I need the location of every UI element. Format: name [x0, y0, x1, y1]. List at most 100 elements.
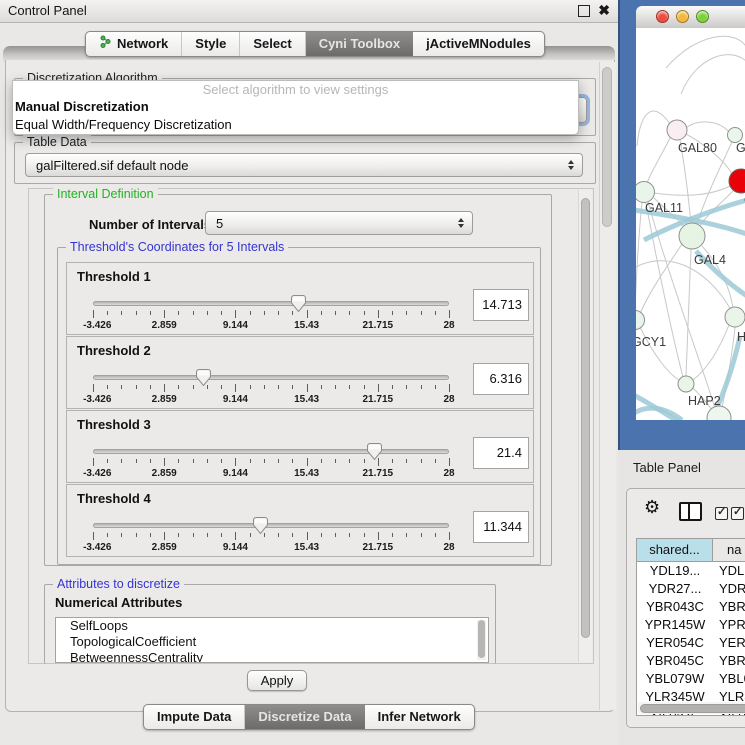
- slider-tick: [193, 311, 194, 315]
- threshold-slider[interactable]: -3.4262.8599.14415.4321.71528: [93, 443, 449, 481]
- minimize-light-icon[interactable]: [676, 10, 689, 23]
- slider-track[interactable]: [93, 301, 449, 306]
- popup-option-equal-width-frequency-discretization[interactable]: Equal Width/Frequency Discretization: [13, 116, 578, 134]
- slider-tick: [364, 533, 365, 537]
- threshold-value-field[interactable]: 14.713: [473, 289, 529, 321]
- table-row[interactable]: YBR045CYBR0: [637, 652, 745, 670]
- slider-thumb[interactable]: [196, 369, 211, 386]
- threshold-slider[interactable]: -3.4262.8599.14415.4321.71528: [93, 295, 449, 333]
- popup-option-manual-discretization[interactable]: Manual Discretization: [13, 98, 578, 116]
- slider-track[interactable]: [93, 523, 449, 528]
- slider-thumb[interactable]: [291, 295, 306, 312]
- slider-tick: [193, 459, 194, 463]
- slider-tick: [264, 459, 265, 463]
- tab-select[interactable]: Select: [239, 32, 304, 56]
- checkbox-icon[interactable]: [731, 507, 744, 520]
- table-cell: YBR043C: [637, 598, 713, 616]
- table-row[interactable]: YPR145WYPR1: [637, 616, 745, 634]
- tab-infer-network[interactable]: Infer Network: [365, 705, 474, 729]
- slider-tick-label: 15.43: [294, 394, 319, 405]
- tab-style[interactable]: Style: [181, 32, 239, 56]
- tab-discretize-data[interactable]: Discretize Data: [244, 705, 364, 729]
- network-node-hap2[interactable]: [678, 376, 694, 392]
- table-cell: YBR0: [713, 652, 745, 670]
- threshold-label: Threshold 3: [77, 417, 151, 432]
- tab-impute-data[interactable]: Impute Data: [144, 705, 244, 729]
- table-row[interactable]: YDR27...YDR2: [637, 580, 745, 598]
- column-header-na[interactable]: na: [713, 539, 745, 562]
- slider-thumb[interactable]: [367, 443, 382, 460]
- scrollbar-thumb[interactable]: [478, 620, 485, 658]
- table-cell: YBR0: [713, 598, 745, 616]
- apply-button[interactable]: Apply: [247, 670, 307, 691]
- table-data-combo[interactable]: galFiltered.sif default node: [25, 153, 583, 177]
- network-node-gal11[interactable]: [636, 182, 655, 203]
- settings-scrollbar[interactable]: [578, 190, 592, 662]
- thresholds-group: Threshold's Coordinates for 5 Intervals …: [57, 247, 541, 565]
- table-header-row: shared...na: [637, 539, 745, 562]
- slider-track[interactable]: [93, 449, 449, 454]
- network-node-gal80[interactable]: [667, 120, 687, 140]
- slider-tick-label: 9.144: [223, 542, 248, 553]
- threshold-value-field[interactable]: 21.4: [473, 437, 529, 469]
- slider-tick: [221, 459, 222, 463]
- slider-tick-label: 28: [443, 394, 454, 405]
- table-panel-header: Table Panel: [618, 450, 745, 482]
- slider-tick: [164, 532, 165, 540]
- top-tab-bar: NetworkStyleSelect Cyni Toolbox jActiveMNo…: [85, 31, 545, 57]
- list-scrollbar[interactable]: [477, 620, 486, 660]
- close-light-icon[interactable]: [656, 10, 669, 23]
- network-node-gcy1[interactable]: [636, 311, 645, 330]
- slider-tick: [364, 385, 365, 389]
- columns-icon[interactable]: [679, 502, 702, 521]
- network-node-gal4[interactable]: [679, 223, 705, 249]
- slider-tick: [406, 533, 407, 537]
- attribute-item-betweennesscentrality[interactable]: BetweennessCentrality: [56, 650, 488, 663]
- attribute-item-topologicalcoefficient[interactable]: TopologicalCoefficient: [56, 634, 488, 650]
- slider-tick: [335, 311, 336, 315]
- zoom-light-icon[interactable]: [696, 10, 709, 23]
- slider-tick-label: 2.859: [152, 320, 177, 331]
- slider-tick-label: -3.426: [83, 394, 111, 405]
- gear-icon[interactable]: ⚙: [644, 497, 660, 518]
- interval-definition-group: Interval Definition Number of Intervals …: [44, 194, 552, 566]
- scrollbar-thumb[interactable]: [602, 67, 612, 227]
- threshold-value-field[interactable]: 6.316: [473, 363, 529, 395]
- tab-jactivemnodules[interactable]: jActiveMNodules: [413, 32, 544, 56]
- number-of-intervals-combo[interactable]: 5: [205, 211, 473, 235]
- table-row[interactable]: YBR043CYBR0: [637, 598, 745, 616]
- slider-thumb[interactable]: [253, 517, 268, 534]
- scrollbar-thumb[interactable]: [581, 198, 590, 638]
- table-row[interactable]: YER054CYER0: [637, 634, 745, 652]
- table-row[interactable]: YBL079WYBL0: [637, 670, 745, 688]
- close-icon[interactable]: ✖: [598, 2, 610, 19]
- network-node-h[interactable]: [725, 307, 745, 327]
- threshold-value-field[interactable]: 11.344: [473, 511, 529, 543]
- float-window-icon[interactable]: [578, 5, 590, 17]
- panel-scrollbar[interactable]: [599, 62, 616, 710]
- threshold-panel-3: Threshold 3 -3.4262.8599.14415.4321.71528…: [66, 410, 534, 483]
- tab-cyni-toolbox[interactable]: Cyni Toolbox: [305, 32, 413, 56]
- network-canvas[interactable]: GAL80GACGAL11GAL4GCY1HHAP2: [636, 28, 745, 420]
- network-node-label: GCY1: [636, 335, 666, 349]
- checkbox-icon[interactable]: [715, 507, 728, 520]
- tab-network[interactable]: Network: [86, 32, 181, 56]
- scrollbar-thumb[interactable]: [640, 704, 745, 713]
- numerical-attributes-list[interactable]: SelfLoopsTopologicalCoefficientBetweenne…: [55, 617, 489, 663]
- slider-tick: [292, 385, 293, 389]
- table-hscrollbar[interactable]: [638, 702, 745, 714]
- threshold-slider[interactable]: -3.4262.8599.14415.4321.71528: [93, 369, 449, 407]
- interval-definition-group-title: Interval Definition: [53, 187, 158, 202]
- attribute-item-selfloops[interactable]: SelfLoops: [56, 618, 488, 634]
- slider-tick: [235, 310, 236, 318]
- column-header-shared-[interactable]: shared...: [637, 539, 713, 562]
- slider-tick: [421, 385, 422, 389]
- attributes-group-title: Attributes to discretize: [53, 577, 184, 592]
- slider-tick: [406, 459, 407, 463]
- tab-label: Infer Network: [378, 705, 461, 729]
- slider-track[interactable]: [93, 375, 449, 380]
- threshold-slider[interactable]: -3.4262.8599.14415.4321.71528: [93, 517, 449, 555]
- tab-label: Cyni Toolbox: [319, 32, 400, 56]
- table-row[interactable]: YDL19...YDL1: [637, 562, 745, 580]
- slider-tick: [435, 459, 436, 463]
